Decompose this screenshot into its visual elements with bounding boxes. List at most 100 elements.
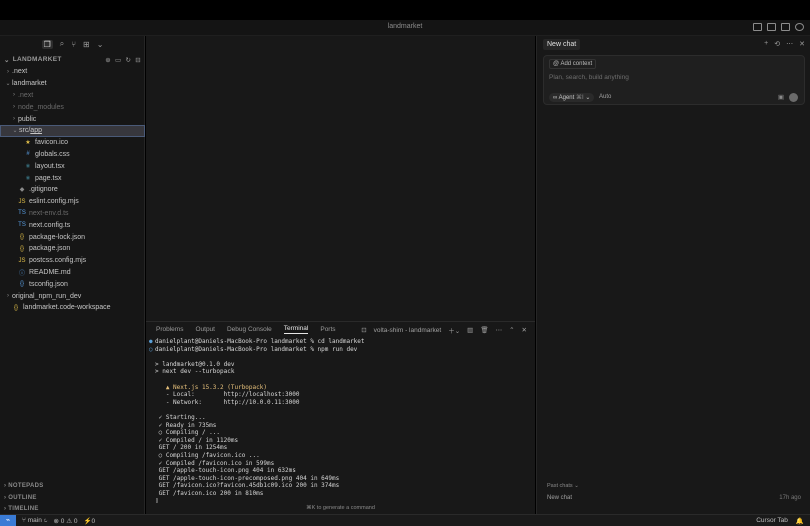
tree-item-label: src [19, 127, 29, 135]
terminal-text: > next dev --turbopack [155, 368, 235, 376]
chevron-icon: › [7, 293, 9, 300]
terminal-line: - Local: http://localhost:3000 [149, 391, 529, 399]
add-context-button[interactable]: @ Add context [549, 59, 597, 69]
file-item[interactable]: {} landmarket.code-workspace [0, 302, 145, 314]
file-item[interactable]: TS next.config.ts [0, 219, 145, 231]
sidebar-toolbar: ❐ ⌕ ⑂ ⊞ ⌄ [0, 36, 145, 52]
agent-mode-selector[interactable]: ∞ Agent ⌘I ⌄ [549, 93, 595, 102]
terminal-text: ✓ Compiled / in 1120ms [155, 436, 239, 444]
section-outline[interactable]: › OUTLINE [0, 492, 145, 504]
folder-item[interactable]: › original_npm_run_dev [0, 290, 145, 302]
generate-command-hint[interactable]: ⌘K to generate a command [146, 505, 535, 511]
chat-input[interactable]: Plan, search, build anything [549, 74, 629, 81]
search-icon[interactable]: ⌕ [60, 39, 64, 49]
agent-shortcut: ⌘I [575, 95, 584, 101]
file-item[interactable]: ⚛ page.tsx [0, 172, 145, 184]
remote-icon[interactable]: ⌁ [0, 514, 16, 526]
send-button[interactable] [789, 93, 798, 102]
folder-item[interactable]: › .next [0, 90, 145, 102]
terminal-line: GET /apple-touch-icon.png 404 in 632ms [149, 467, 529, 475]
file-item[interactable]: {} package-lock.json [0, 231, 145, 243]
tree-item-label: .gitignore [29, 186, 58, 194]
branch-indicator[interactable]: ⑂ main ↻ [22, 517, 48, 524]
source-control-icon[interactable]: ⑂ [71, 40, 76, 49]
tree-item-label: package-lock.json [29, 233, 86, 241]
tab-output[interactable]: Output [195, 326, 215, 333]
tab-ports[interactable]: Ports [320, 326, 335, 333]
file-item[interactable]: ★ favicon.ico [0, 137, 145, 149]
chevron-down-icon[interactable]: ⌄ [97, 40, 104, 49]
file-item[interactable]: {} tsconfig.json [0, 278, 145, 290]
folder-item[interactable]: › public [0, 113, 145, 125]
file-item[interactable]: JS eslint.config.mjs [0, 196, 145, 208]
plus-icon[interactable]: + [764, 40, 768, 48]
terminal-line: ✓ Starting... [149, 414, 529, 422]
terminal-text: danielplant@Daniels-MacBook-Pro landmark… [155, 338, 365, 345]
tree-item-label: .next [12, 68, 28, 76]
new-terminal-button[interactable]: ＋⌄ [448, 325, 460, 335]
tree-item-label: next.config.ts [29, 221, 71, 229]
toggle-sidebar-icon[interactable] [753, 23, 762, 31]
more-icon[interactable]: ⋯ [496, 326, 503, 334]
close-panel-icon[interactable]: ✕ [522, 326, 527, 334]
workspace-header[interactable]: ⌄ LANDMARKET ⊕ ▭ ↻ ⊟ [0, 54, 145, 65]
folder-item[interactable]: › .next [0, 66, 145, 78]
terminal-output[interactable]: ● danielplant@Daniels-MacBook-Pro landmar… [149, 338, 529, 505]
file-item[interactable]: {} package.json [0, 243, 145, 255]
terminal-text: ✓ Compiled /favicon.ico in 599ms [155, 459, 275, 467]
file-item[interactable]: ◆ .gitignore [0, 184, 145, 196]
editor-area [146, 36, 535, 321]
history-icon[interactable]: ⟲ [774, 40, 780, 48]
files-icon[interactable]: ❐ [41, 39, 53, 49]
folder-item[interactable]: ⌄ src / app [0, 124, 145, 137]
terminal-line: ▯ [149, 497, 529, 505]
tab-debug-console[interactable]: Debug Console [227, 326, 272, 333]
problems-indicator[interactable]: ⊗ 0 ⚠ 0 [54, 517, 78, 525]
toggle-panel-icon[interactable] [767, 23, 776, 31]
file-type-icon: ⚛ [25, 163, 31, 170]
tab-new-chat[interactable]: New chat [543, 38, 581, 50]
model-selector[interactable]: Auto [599, 94, 611, 100]
chevron-icon: › [13, 104, 15, 111]
terminal-name[interactable]: volta-shim - landmarket [374, 327, 442, 334]
terminal-line: ✓ Ready in 735ms [149, 422, 529, 430]
tab-problems[interactable]: Problems [156, 326, 183, 333]
chat-composer[interactable]: @ Add context Plan, search, build anythi… [543, 55, 805, 105]
past-chats-header[interactable]: Past chats ⌄ [547, 483, 579, 489]
refresh-icon[interactable]: ↻ [126, 56, 132, 64]
chevron-icon: › [7, 68, 9, 75]
terminal-line: ○ Compiling /favicon.ico ... [149, 452, 529, 460]
file-item[interactable]: ⓘ README.md [0, 267, 145, 279]
file-item[interactable]: # globals.css [0, 149, 145, 161]
file-item[interactable]: TS next-env.d.ts [0, 208, 145, 220]
split-terminal-icon[interactable]: ▥ [467, 326, 473, 334]
maximize-panel-icon[interactable]: ⌃ [509, 326, 514, 334]
extensions-icon[interactable]: ⊞ [83, 40, 90, 49]
file-type-icon: {} [19, 281, 24, 288]
terminal-text: GET /favicon.ico?favicon.45db1c09.ico 20… [155, 482, 340, 490]
tab-terminal[interactable]: Terminal [283, 325, 309, 334]
toggle-secondary-sidebar-icon[interactable] [781, 23, 790, 31]
folder-item[interactable]: ⌄ landmarket [0, 78, 145, 90]
ports-indicator[interactable]: ⚡0 [83, 517, 95, 525]
file-item[interactable]: JS postcss.config.mjs [0, 255, 145, 267]
new-file-icon[interactable]: ⊕ [105, 56, 111, 64]
collapse-all-icon[interactable]: ⊟ [135, 56, 141, 64]
terminal-line: GET /apple-touch-icon-precomposed.png 40… [149, 475, 529, 483]
more-icon[interactable]: ⋯ [786, 40, 793, 48]
settings-icon[interactable] [795, 23, 804, 31]
close-icon[interactable]: ✕ [799, 40, 805, 48]
notifications-icon[interactable]: 🔔 [796, 517, 804, 525]
file-type-icon: TS [18, 222, 26, 229]
past-chat-item[interactable]: New chat 17h ago [547, 495, 801, 501]
file-item[interactable]: ⚛ layout.tsx [0, 160, 145, 172]
kill-terminal-icon[interactable]: 🗑 [480, 326, 488, 334]
image-icon[interactable]: ▣ [778, 93, 784, 101]
cursor-tab-status[interactable]: Cursor Tab [756, 517, 788, 525]
folder-item[interactable]: › node_modules [0, 101, 145, 113]
menu-bar [0, 0, 810, 20]
section-notepads[interactable]: › NOTEPADS [0, 480, 145, 492]
new-folder-icon[interactable]: ▭ [115, 56, 121, 64]
